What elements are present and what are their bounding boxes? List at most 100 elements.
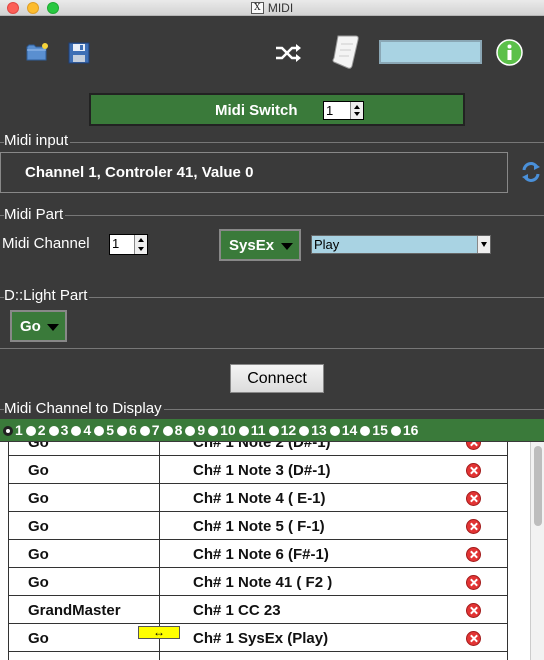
radio-icon[interactable]	[25, 426, 36, 436]
row-event: Ch# 1 Note 2 (D#-1)	[193, 442, 331, 451]
row-action: Go	[28, 518, 49, 535]
channel-radio-11[interactable]: 11	[238, 419, 266, 441]
row-event: Ch# 1 SysEx (Play)	[193, 630, 329, 647]
spinner-arrows-icon[interactable]	[134, 235, 147, 254]
save-icon[interactable]	[68, 42, 90, 64]
radio-icon[interactable]	[208, 426, 219, 436]
row-event: Ch# 1 Note 4 ( E-1)	[193, 490, 326, 507]
sysex-select-value: Play	[314, 237, 340, 252]
shuffle-icon[interactable]	[274, 42, 302, 64]
channel-radio-label: 8	[174, 422, 183, 438]
radio-icon[interactable]	[139, 426, 150, 436]
connect-button[interactable]: Connect	[230, 364, 324, 393]
channel-radio-15[interactable]: 15	[360, 419, 388, 441]
channel-radio-label: 14	[341, 422, 358, 438]
top-text-field[interactable]	[379, 40, 482, 64]
mapping-table: Go Ch# 1 Note 2 (D#-1) Go Ch# 1 Note 3 (D#-…	[0, 442, 544, 660]
chevron-down-icon[interactable]	[477, 236, 490, 253]
midi-type-label: SysEx	[229, 237, 275, 254]
table-scrollbar[interactable]	[530, 442, 544, 660]
radio-icon[interactable]	[3, 426, 13, 436]
midi-input-box: Channel 1, Controler 41, Value 0	[0, 152, 508, 193]
row-event: Ch# 1 Note 6 (F#-1)	[193, 546, 329, 563]
table-row[interactable]: Go Ch# 1 Note 4 ( E-1)	[8, 484, 508, 512]
delete-icon[interactable]	[466, 603, 481, 618]
channel-radio-8[interactable]: 8	[162, 419, 183, 441]
channel-radio-label: 10	[220, 422, 236, 438]
row-action: Go	[28, 574, 49, 591]
channel-radio-bar: 1 2 3 4 5 6 7 8 9 10 11 12 13 14 15 16	[0, 419, 544, 441]
info-icon[interactable]	[496, 39, 523, 66]
table-row[interactable]: Go Ch# 1 Note 5 ( F-1)	[8, 512, 508, 540]
midi-channel-spinner[interactable]: 1	[109, 234, 148, 255]
channel-radio-4[interactable]: 4	[71, 419, 91, 441]
table-row[interactable]: Go Ch# 1 Note 41 ( F2 )	[8, 568, 508, 596]
refresh-icon[interactable]	[520, 161, 542, 183]
drag-handle-icon[interactable]: ↔	[138, 626, 180, 639]
radio-icon[interactable]	[329, 426, 340, 436]
divider	[0, 142, 544, 143]
radio-icon[interactable]	[94, 426, 105, 436]
radio-icon[interactable]	[299, 426, 310, 436]
table-row[interactable]: Go Ch# 1 Note 3 (D#-1)	[8, 456, 508, 484]
channel-radio-label: 9	[197, 422, 206, 438]
channel-radio-9[interactable]: 9	[185, 419, 205, 441]
channel-radio-6[interactable]: 6	[116, 419, 137, 441]
delete-icon[interactable]	[466, 442, 481, 450]
scroll-icon[interactable]	[332, 32, 360, 70]
row-event: Ch# 1 Note 5 ( F-1)	[193, 518, 325, 535]
divider	[0, 215, 544, 216]
delete-icon[interactable]	[466, 491, 481, 506]
channel-radio-7[interactable]: 7	[139, 419, 160, 441]
open-folder-icon[interactable]	[26, 42, 50, 62]
channel-radio-label: 13	[311, 422, 327, 438]
channel-radio-5[interactable]: 5	[94, 419, 114, 441]
row-action: Go	[28, 442, 49, 451]
midi-input-title: Midi input	[4, 132, 71, 149]
dlight-part-title: D::Light Part	[4, 287, 90, 304]
delete-icon[interactable]	[466, 519, 481, 534]
channel-radio-label: 6	[128, 422, 137, 438]
dlight-action-label: Go	[20, 318, 41, 335]
delete-icon[interactable]	[466, 463, 481, 478]
chevron-down-icon	[281, 243, 293, 250]
radio-icon[interactable]	[390, 426, 401, 436]
delete-icon[interactable]	[466, 631, 481, 646]
radio-icon[interactable]	[268, 426, 279, 436]
window-title: MIDI	[267, 1, 294, 15]
channel-radio-16[interactable]: 16	[390, 419, 418, 441]
radio-icon[interactable]	[360, 426, 371, 436]
scrollbar-thumb[interactable]	[534, 446, 542, 526]
channel-radio-3[interactable]: 3	[48, 419, 69, 441]
spinner-arrows-icon[interactable]	[350, 102, 363, 119]
channel-radio-10[interactable]: 10	[208, 419, 236, 441]
radio-icon[interactable]	[116, 426, 127, 436]
table-row[interactable]: Go Ch# 1 Note 2 (D#-1)	[8, 442, 508, 456]
table-row[interactable]: GrandMaster Ch# 1 CC 23	[8, 596, 508, 624]
sysex-select[interactable]: Play	[311, 235, 491, 254]
row-event: Ch# 1 Note 41 ( F2 )	[193, 574, 333, 591]
midi-type-dropdown[interactable]: SysEx	[219, 229, 301, 261]
table-row[interactable]: Go Ch# 1 Note 6 (F#-1)	[8, 540, 508, 568]
delete-icon[interactable]	[466, 547, 481, 562]
channel-radio-13[interactable]: 13	[299, 419, 327, 441]
dlight-action-dropdown[interactable]: Go	[10, 310, 67, 342]
channel-radio-label: 3	[60, 422, 69, 438]
channel-radio-14[interactable]: 14	[329, 419, 358, 441]
channel-display-title: Midi Channel to Display	[4, 400, 164, 417]
delete-icon[interactable]	[466, 575, 481, 590]
radio-icon[interactable]	[162, 426, 173, 436]
midi-switch-spinner[interactable]: 1	[323, 101, 364, 120]
channel-radio-1[interactable]: 1	[3, 419, 23, 441]
channel-radio-2[interactable]: 2	[25, 419, 46, 441]
radio-icon[interactable]	[185, 426, 196, 436]
channel-radio-label: 12	[280, 422, 297, 438]
channel-radio-label: 1	[15, 422, 23, 438]
table-row[interactable]: Go Ch# 1 SysEx (Play) ↔	[8, 624, 508, 652]
radio-icon[interactable]	[71, 426, 82, 436]
radio-icon[interactable]	[48, 426, 59, 436]
midi-channel-value: 1	[112, 236, 120, 251]
midi-switch-panel: Midi Switch 1	[89, 93, 465, 126]
radio-icon[interactable]	[238, 426, 249, 436]
channel-radio-12[interactable]: 12	[268, 419, 297, 441]
